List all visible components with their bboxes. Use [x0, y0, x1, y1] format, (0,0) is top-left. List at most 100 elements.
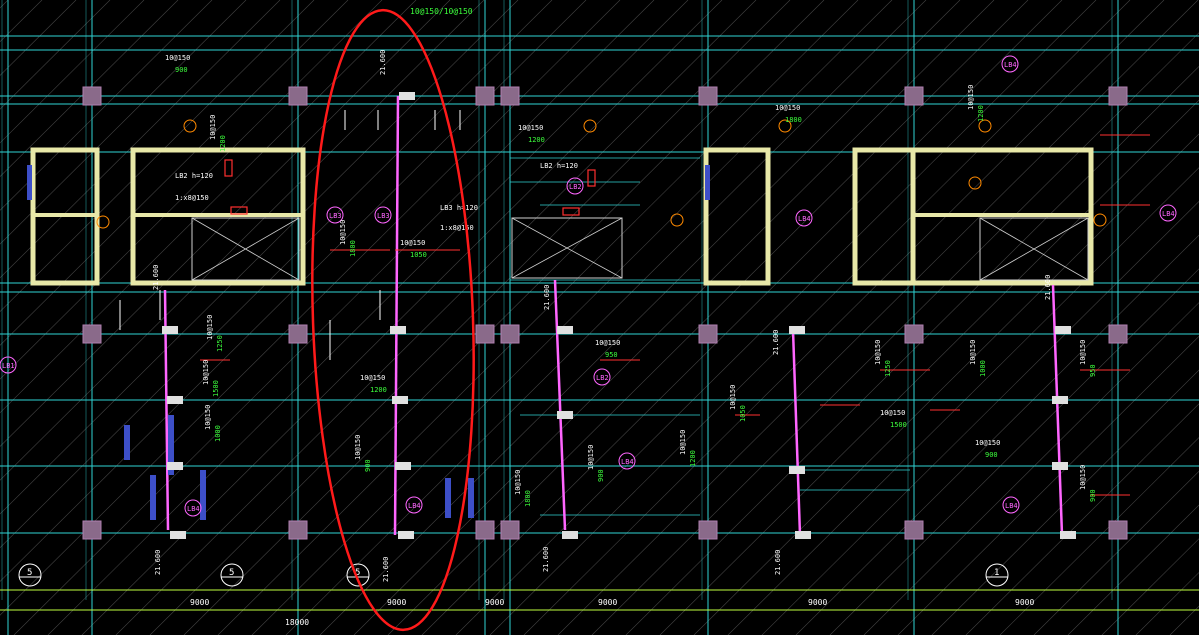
slab-hatch-line	[47, 0, 689, 635]
slab-tag-label: LB2	[569, 183, 582, 191]
section-tag-circle	[183, 119, 197, 133]
slab-tag-label: LB4	[1162, 210, 1175, 218]
structural-column[interactable]	[1108, 324, 1128, 344]
slab-beam	[1051, 284, 1064, 536]
slab-hatch-line	[0, 0, 9, 9]
beam-note-label: LB2 h=120	[175, 172, 213, 180]
section-tag-circle	[583, 119, 597, 133]
structural-column[interactable]	[288, 520, 308, 540]
rebar-length-label: 1000	[979, 360, 987, 377]
structural-column[interactable]	[698, 324, 718, 344]
beam-note-label: 1:x8@150	[175, 194, 209, 202]
structural-column[interactable]	[500, 86, 520, 106]
slab-hatch-line	[795, 234, 1199, 635]
elevation-label: 21.600	[542, 547, 550, 572]
beam-end-pad	[557, 326, 573, 334]
structural-column[interactable]	[1108, 86, 1128, 106]
rebar-spec-label: 10@150	[514, 470, 522, 495]
rebar-length-label: 950	[1089, 364, 1097, 377]
elevation-label: 21.600	[1044, 275, 1052, 300]
rebar-length-label: 1050	[410, 251, 427, 259]
slab-tag-label: LB4	[1004, 61, 1017, 69]
slab-hatch-line	[0, 0, 383, 380]
beam-note-label: LB2 h=120	[540, 162, 578, 170]
structural-column[interactable]	[500, 520, 520, 540]
structural-column[interactable]	[475, 86, 495, 106]
beam-end-pad	[395, 462, 411, 470]
rebar-length-label: 900	[597, 469, 605, 482]
elevation-label: 21.600	[154, 550, 162, 575]
beam-note-label: LB3 h=120	[440, 204, 478, 212]
structural-column[interactable]	[904, 86, 924, 106]
rebar-length-label: 950	[605, 351, 618, 359]
structural-column[interactable]	[475, 324, 495, 344]
beam-end-pad	[390, 326, 406, 334]
hatched-member	[124, 425, 130, 460]
shear-wall	[852, 147, 916, 286]
structural-column[interactable]	[82, 324, 102, 344]
structural-column[interactable]	[904, 324, 924, 344]
structural-column[interactable]	[475, 520, 495, 540]
beam-end-pad	[1052, 396, 1068, 404]
rebar-length-label: 900	[175, 66, 188, 74]
rebar-length-label: 1800	[785, 116, 802, 124]
rebar-spec-label: 10@150	[775, 104, 800, 112]
structural-column[interactable]	[288, 86, 308, 106]
structural-column[interactable]	[904, 520, 924, 540]
section-tag-circle	[670, 213, 684, 227]
bay-dimension-label: 9000	[808, 598, 827, 607]
rebar-spec-label: 10@150	[679, 430, 687, 455]
slab-hatch-line	[0, 0, 315, 312]
slab-tag-label: LB4	[187, 505, 200, 513]
rebar-spec-label: 10@150	[729, 385, 737, 410]
beam-end-pad	[170, 531, 186, 539]
beam-end-pad	[162, 326, 178, 334]
slab-tag-label: LB3	[377, 212, 390, 220]
cad-drawing-canvas[interactable]: LB1 LB2 LB3 LB3 LB2 LB4 LB4 LB4 LB4 LB4 LB4 LB4 10@1…	[0, 0, 1199, 635]
rebar-spec-label: 10@150	[587, 445, 595, 470]
slab-tag-label: LB2	[596, 374, 609, 382]
structural-column[interactable]	[1108, 520, 1128, 540]
rebar-spec-label: 10@150	[874, 340, 882, 365]
structural-column[interactable]	[82, 520, 102, 540]
rebar-length-label: 1200	[528, 136, 545, 144]
structural-column[interactable]	[698, 86, 718, 106]
rebar-spec-label: 10@150	[206, 315, 214, 340]
structural-column[interactable]	[698, 520, 718, 540]
rebar-length-label: 1800	[349, 240, 357, 257]
rebar-spec-label: 10@150	[518, 124, 543, 132]
beam-end-pad	[392, 396, 408, 404]
rebar-spec-label: 10@150	[967, 85, 975, 110]
hatched-member	[445, 478, 451, 518]
slab-hatch-line	[1169, 605, 1199, 635]
structural-column[interactable]	[288, 324, 308, 344]
hatched-member	[150, 475, 156, 520]
slab-hatch-line	[0, 0, 213, 211]
floor-plan-drawing[interactable]: LB1 LB2 LB3 LB3 LB2 LB4 LB4 LB4 LB4 LB4 LB4 LB4 10@1…	[0, 0, 1199, 635]
beam-end-pad	[557, 411, 573, 419]
slab-hatch-line	[897, 335, 1199, 635]
slab-beam	[553, 279, 567, 531]
slab-beam	[791, 329, 802, 536]
slab-hatch-line	[455, 0, 1097, 635]
structural-column[interactable]	[82, 86, 102, 106]
slab-hatch-line	[0, 0, 145, 144]
axis-bubble-label: 1	[994, 568, 999, 578]
elevation-label: 21.600	[543, 285, 551, 310]
rebar-length-label: 1200	[977, 105, 985, 122]
rebar-spec-label: 10@150	[1079, 465, 1087, 490]
rebar-spec-label: 10@150	[339, 220, 347, 245]
slab-hatch-line	[999, 437, 1199, 635]
hatched-member	[468, 478, 474, 518]
rebar-spec-label: 10@150	[969, 340, 977, 365]
rebar-spec-label: 10@150	[202, 360, 210, 385]
rebar-spec-label: 10@150	[204, 405, 212, 430]
bay-dimension-label: 9000	[1015, 598, 1034, 607]
hatched-member	[27, 165, 32, 200]
structural-column[interactable]	[500, 324, 520, 344]
beam-end-pad	[789, 326, 805, 334]
slab-hatch-line	[1135, 572, 1199, 635]
elevation-label: 21.600	[772, 330, 780, 355]
hatched-member	[705, 165, 710, 200]
slab-tag-label: LB4	[798, 215, 811, 223]
